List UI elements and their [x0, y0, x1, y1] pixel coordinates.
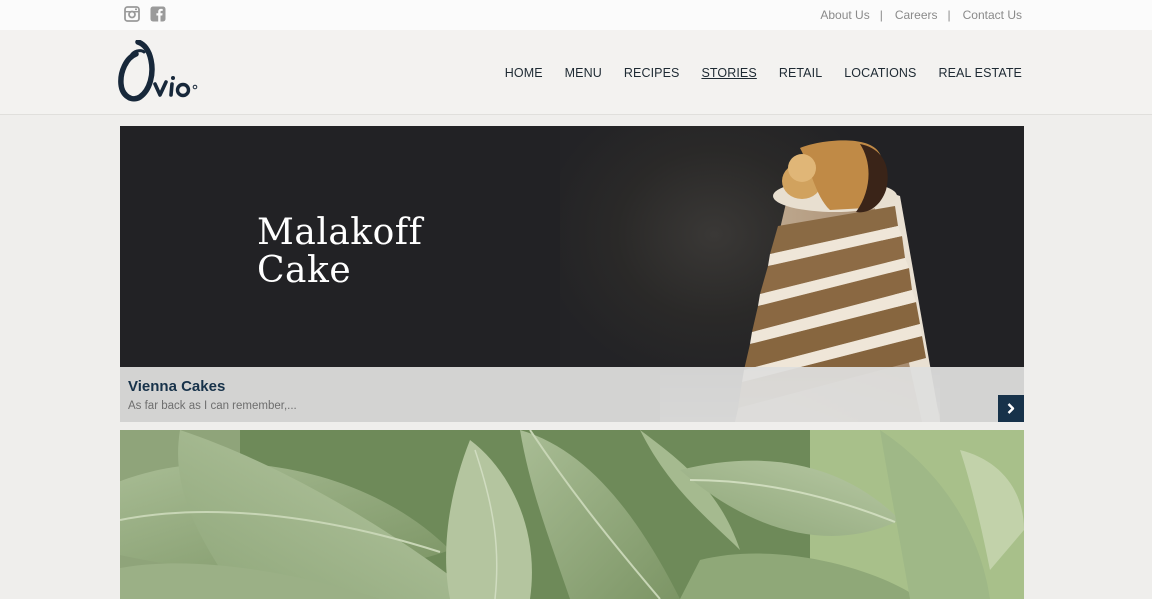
- top-utility-bar: About Us | Careers | Contact Us: [0, 0, 1152, 30]
- story-title[interactable]: Vienna Cakes: [128, 378, 225, 395]
- story-excerpt: As far back as I can remember,...: [128, 400, 297, 412]
- link-separator: |: [947, 8, 951, 22]
- story-caption-bar: Vienna Cakes As far back as I can rememb…: [120, 367, 1024, 422]
- story-card-sage[interactable]: [120, 430, 1024, 599]
- nav-recipes[interactable]: RECIPES: [624, 66, 680, 80]
- nav-retail[interactable]: RETAIL: [779, 66, 822, 80]
- about-us-link[interactable]: About Us: [820, 8, 869, 22]
- social-links: [124, 6, 166, 22]
- nav-menu[interactable]: MENU: [565, 66, 602, 80]
- instagram-icon[interactable]: [124, 6, 140, 22]
- careers-link[interactable]: Careers: [895, 8, 938, 22]
- nav-stories[interactable]: STORIES: [701, 66, 756, 80]
- utility-links: About Us | Careers | Contact Us: [820, 8, 1022, 22]
- chevron-right-icon: [1007, 403, 1015, 414]
- facebook-icon[interactable]: [150, 6, 166, 22]
- main-nav: HOME MENU RECIPES STORIES RETAIL LOCATIO…: [505, 66, 1022, 80]
- site-header: HOME MENU RECIPES STORIES RETAIL LOCATIO…: [0, 30, 1152, 115]
- contact-us-link[interactable]: Contact Us: [963, 8, 1022, 22]
- nav-real-estate[interactable]: REAL ESTATE: [938, 66, 1022, 80]
- hero-image-title: Malakoff Cake: [257, 212, 423, 291]
- ovio-logo[interactable]: [118, 40, 202, 104]
- link-separator: |: [879, 8, 883, 22]
- sage-leaves-image: [120, 430, 1024, 599]
- read-more-button[interactable]: [998, 395, 1024, 422]
- story-card-vienna-cakes[interactable]: Malakoff Cake Vienna Cakes As far back a…: [120, 126, 1024, 422]
- nav-home[interactable]: HOME: [505, 66, 543, 80]
- nav-locations[interactable]: LOCATIONS: [844, 66, 916, 80]
